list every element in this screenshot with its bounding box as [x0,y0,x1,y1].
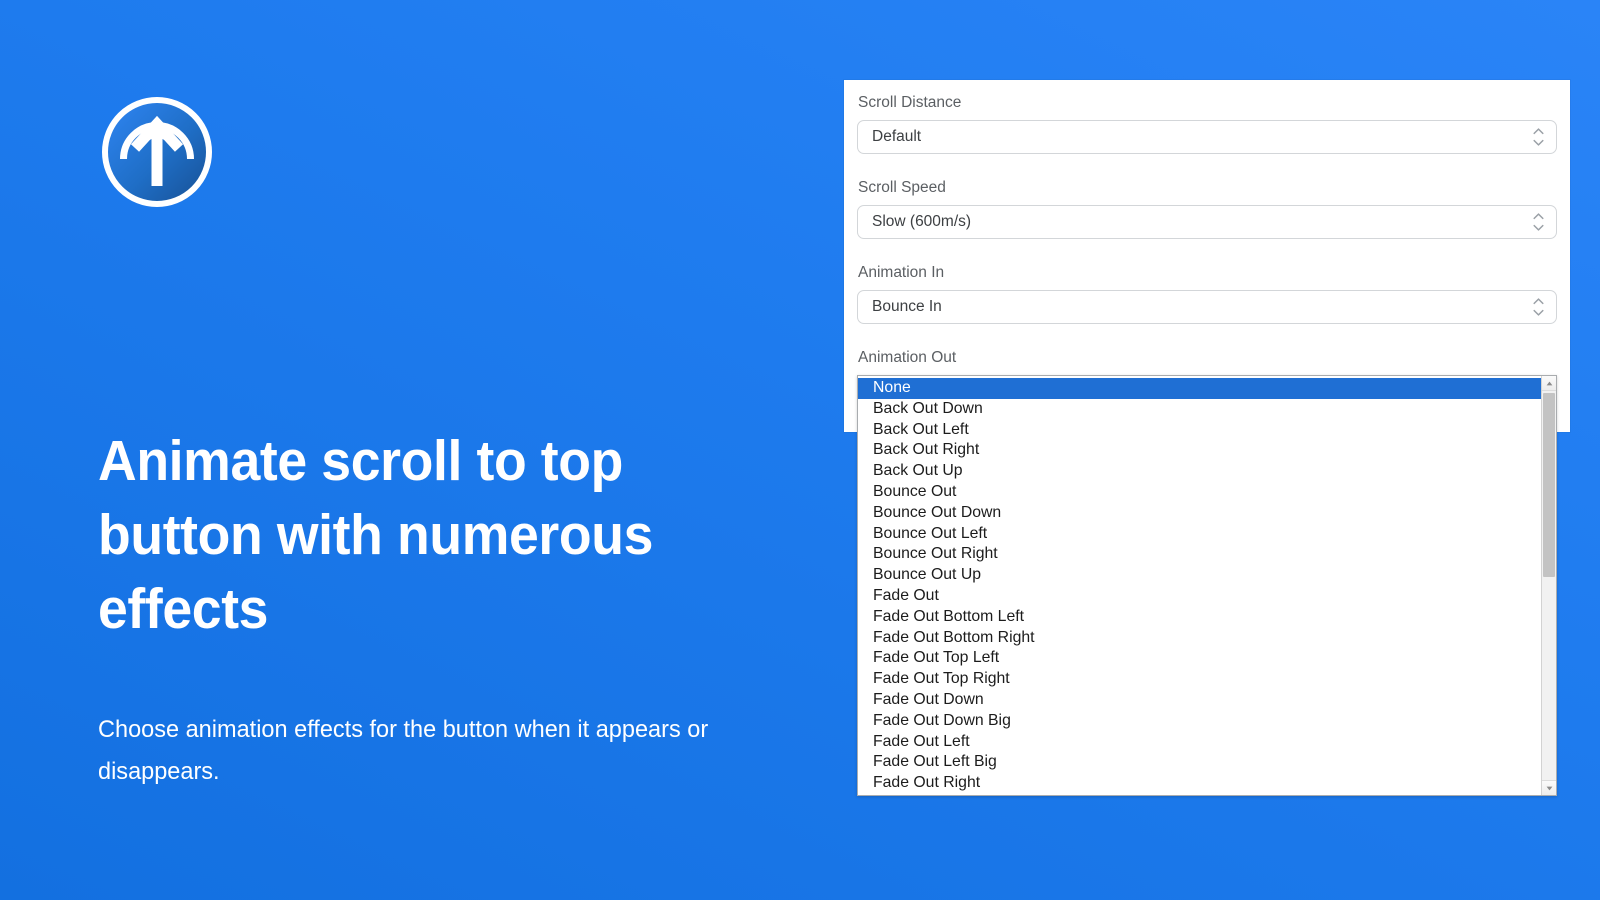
stepper-chevrons-icon[interactable] [1533,298,1544,316]
field-animation-in: Animation In Bounce In [857,263,1557,324]
hero-left-column: Animate scroll to top button with numero… [98,0,798,900]
listbox-option[interactable]: Fade Out Down Big [858,711,1541,732]
listbox-option[interactable]: Bounce Out Down [858,503,1541,524]
listbox-option[interactable]: Fade Out Top Left [858,648,1541,669]
listbox-option[interactable]: Fade Out Down [858,690,1541,711]
select-scroll-speed[interactable]: Slow (600m/s) [857,205,1557,239]
listbox-option[interactable]: Bounce Out Up [858,565,1541,586]
page-subtitle: Choose animation effects for the button … [98,716,709,785]
listbox-option[interactable]: Fade Out Right [858,773,1541,794]
listbox-option[interactable]: Back Out Up [858,461,1541,482]
field-scroll-speed: Scroll Speed Slow (600m/s) [857,178,1557,239]
select-scroll-speed-value: Slow (600m/s) [872,213,972,230]
select-animation-in-value: Bounce In [872,298,942,315]
listbox-scrollbar[interactable] [1541,376,1556,795]
listbox-option[interactable]: None [858,378,1541,399]
listbox-option[interactable]: Fade Out Bottom Right [858,628,1541,649]
listbox-options[interactable]: None Back Out Down Back Out Left Back Out R… [858,376,1541,795]
label-scroll-speed: Scroll Speed [858,179,946,196]
scroll-up-arrow-icon[interactable] [1542,376,1556,391]
animation-out-listbox[interactable]: None Back Out Down Back Out Left Back Out R… [857,375,1557,796]
label-animation-out: Animation Out [858,349,957,366]
page-title: Animate scroll to top button with numero… [98,429,653,641]
listbox-option[interactable]: Bounce Out Left [858,524,1541,545]
listbox-option[interactable]: Fade Out [858,586,1541,607]
scroll-down-arrow-icon[interactable] [1542,780,1556,795]
listbox-option[interactable]: Back Out Right [858,440,1541,461]
listbox-option[interactable]: Bounce Out Right [858,544,1541,565]
label-scroll-distance: Scroll Distance [858,94,962,111]
listbox-option[interactable]: Fade Out Top Right [858,669,1541,690]
field-scroll-distance: Scroll Distance Default [857,93,1557,154]
settings-panel-edge [1558,375,1570,432]
stepper-chevrons-icon[interactable] [1533,213,1544,231]
scrollbar-thumb[interactable] [1543,393,1555,577]
stepper-chevrons-icon[interactable] [1533,128,1544,146]
field-animation-out: Animation Out [857,348,1557,375]
hero-stage: Animate scroll to top button with numero… [0,0,1600,900]
listbox-option[interactable]: Back Out Left [858,420,1541,441]
select-scroll-distance-value: Default [872,128,922,145]
select-animation-in[interactable]: Bounce In [857,290,1557,324]
listbox-option[interactable]: Back Out Down [858,399,1541,420]
select-scroll-distance[interactable]: Default [857,120,1557,154]
listbox-option[interactable]: Fade Out Left [858,732,1541,753]
listbox-option[interactable]: Fade Out Left Big [858,752,1541,773]
label-animation-in: Animation In [858,264,945,281]
scroll-to-top-logo-icon [98,93,216,211]
listbox-option[interactable]: Fade Out Bottom Left [858,607,1541,628]
listbox-option[interactable]: Bounce Out [858,482,1541,503]
